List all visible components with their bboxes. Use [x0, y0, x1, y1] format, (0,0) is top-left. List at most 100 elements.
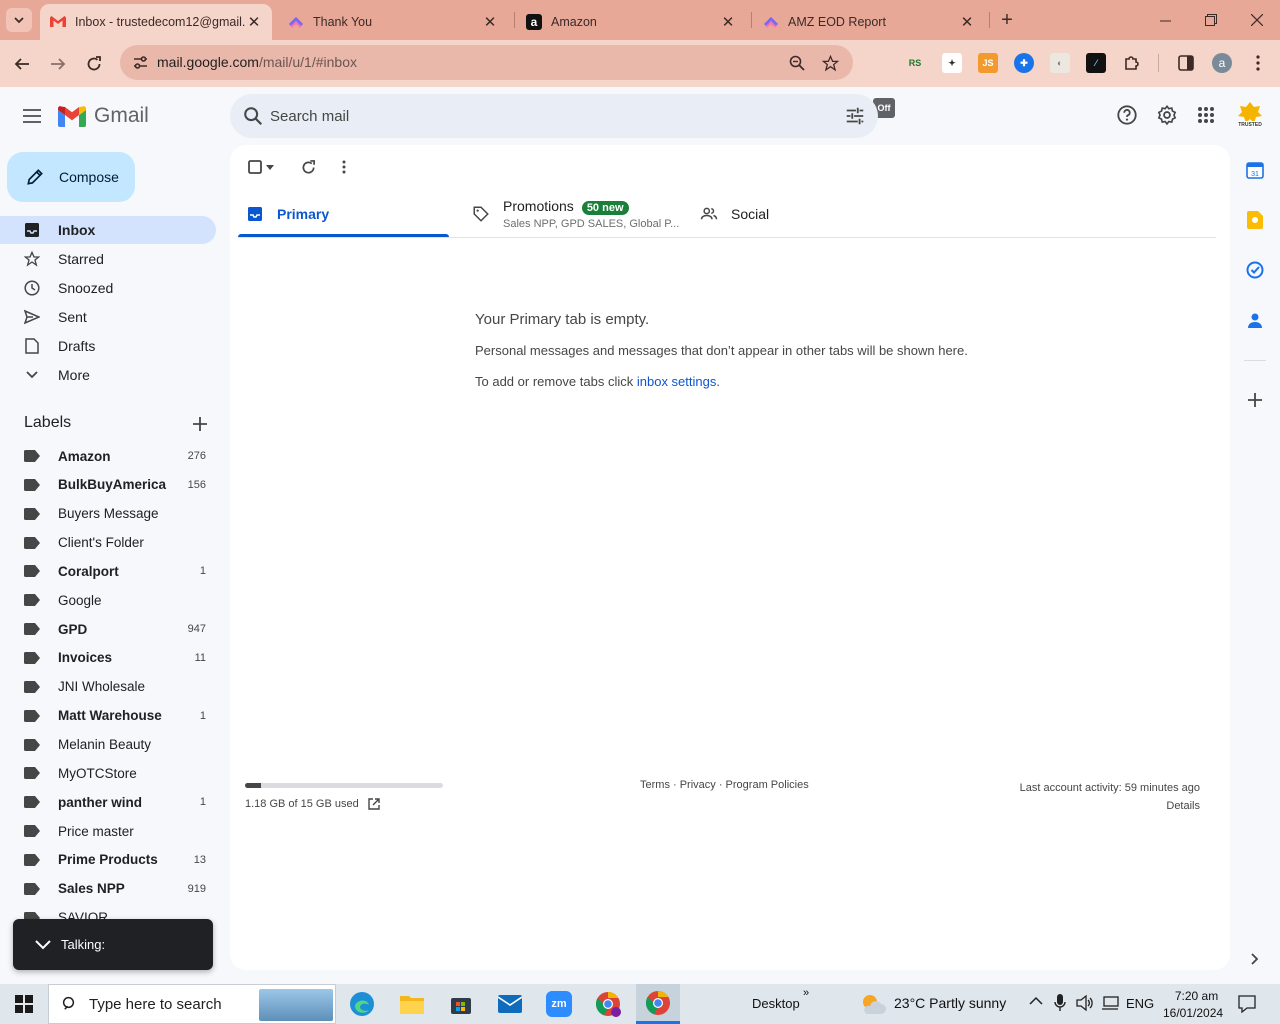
- label-item[interactable]: MyOTCStore: [0, 759, 216, 787]
- label-item[interactable]: Matt Warehouse 1: [0, 702, 216, 730]
- nav-item-drafts[interactable]: Drafts: [0, 332, 216, 360]
- close-window-button[interactable]: [1234, 0, 1280, 40]
- nav-item-inbox[interactable]: Inbox: [0, 216, 216, 244]
- file-explorer-icon[interactable]: [396, 988, 428, 1020]
- restore-button[interactable]: [1188, 0, 1234, 40]
- reload-button[interactable]: [80, 50, 108, 78]
- nav-item-sent[interactable]: Sent: [0, 303, 216, 331]
- browser-menu-icon[interactable]: [1248, 53, 1268, 73]
- browser-tab-gmail[interactable]: Inbox - trustedecom12@gmail. ✕: [40, 4, 272, 40]
- close-tab-icon[interactable]: ✕: [720, 14, 736, 31]
- label-item[interactable]: JNI Wholesale: [0, 673, 216, 701]
- microphone-icon[interactable]: [1054, 994, 1066, 1015]
- extension-helium-icon[interactable]: ✦: [942, 53, 962, 73]
- extension-palette-icon[interactable]: ◐: [1050, 53, 1070, 73]
- label-item[interactable]: BulkBuyAmerica 156: [0, 471, 216, 499]
- label-item[interactable]: Google: [0, 586, 216, 614]
- label-item[interactable]: Amazon 276: [0, 442, 216, 470]
- chevron-down-icon[interactable]: [35, 939, 51, 950]
- desktop-toolbar-label[interactable]: Desktop: [752, 996, 800, 1011]
- open-external-icon[interactable]: [367, 797, 381, 811]
- tasks-icon[interactable]: [1244, 259, 1266, 281]
- get-addons-icon[interactable]: [1244, 389, 1266, 411]
- compose-button[interactable]: Compose: [7, 152, 135, 202]
- zoom-icon[interactable]: [787, 53, 807, 73]
- calendar-icon[interactable]: 31: [1244, 159, 1266, 181]
- search-input[interactable]: [270, 104, 830, 128]
- bookmark-star-icon[interactable]: [820, 53, 840, 73]
- label-item[interactable]: Melanin Beauty: [0, 731, 216, 759]
- nav-item-starred[interactable]: Starred: [0, 245, 216, 273]
- main-menu-icon[interactable]: [20, 104, 44, 128]
- extension-dark-icon[interactable]: ⁄: [1086, 53, 1106, 73]
- label-item[interactable]: Prime Products 13: [0, 846, 216, 874]
- weather-icon[interactable]: [857, 988, 889, 1020]
- more-options-icon[interactable]: [334, 157, 354, 177]
- gmail-logo[interactable]: Gmail: [58, 104, 149, 128]
- label-item[interactable]: Sales NPP 919: [0, 875, 216, 903]
- tab-primary[interactable]: Primary: [245, 190, 329, 238]
- account-avatar[interactable]: TRUSTED: [1236, 100, 1264, 130]
- label-item[interactable]: Invoices 11: [0, 644, 216, 672]
- tab-search-button[interactable]: [6, 8, 32, 32]
- inbox-settings-link[interactable]: inbox settings: [637, 374, 717, 389]
- label-item[interactable]: Buyers Message: [0, 500, 216, 528]
- footer-links[interactable]: Terms · Privacy · Program Policies: [640, 779, 809, 791]
- label-item[interactable]: panther wind 1: [0, 788, 216, 816]
- apps-grid-icon[interactable]: [1194, 103, 1218, 127]
- microsoft-store-icon[interactable]: [445, 988, 477, 1020]
- support-icon[interactable]: [1115, 103, 1139, 127]
- close-tab-icon[interactable]: ✕: [246, 14, 262, 31]
- weather-text[interactable]: 23°C Partly sunny: [894, 995, 1006, 1011]
- forward-button[interactable]: [44, 50, 72, 78]
- close-tab-icon[interactable]: ✕: [482, 14, 498, 31]
- network-icon[interactable]: [1101, 996, 1119, 1013]
- settings-gear-icon[interactable]: [1155, 103, 1179, 127]
- label-item[interactable]: Client's Folder: [0, 529, 216, 557]
- browser-tab-thank-you[interactable]: Thank You ✕: [278, 4, 508, 40]
- extensions-puzzle-icon[interactable]: [1122, 53, 1142, 73]
- extension-rs-icon[interactable]: RS: [905, 53, 925, 73]
- tab-promotions[interactable]: Promotions 50 new Sales NPP, GPD SALES, G…: [471, 190, 679, 238]
- toolbar-expand-icon[interactable]: »: [803, 987, 809, 999]
- chrome-profile-app-icon[interactable]: [592, 988, 624, 1020]
- label-item[interactable]: Coralport 1: [0, 557, 216, 585]
- add-label-button[interactable]: [190, 414, 210, 434]
- select-all-checkbox[interactable]: [245, 157, 265, 177]
- hide-side-panel-icon[interactable]: [1244, 948, 1266, 970]
- address-bar[interactable]: mail.google.com/mail/u/1/#inbox: [120, 45, 853, 80]
- zoom-app-icon[interactable]: zm: [543, 988, 575, 1020]
- close-tab-icon[interactable]: ✕: [959, 14, 975, 31]
- taskbar-search-box[interactable]: Type here to search: [48, 984, 336, 1024]
- browser-tab-amazon[interactable]: a Amazon ✕: [516, 4, 746, 40]
- extension-blue-icon[interactable]: ✚: [1014, 53, 1034, 73]
- label-item[interactable]: GPD 947: [0, 615, 216, 643]
- profile-avatar[interactable]: a: [1212, 53, 1232, 73]
- edge-app-icon[interactable]: [346, 988, 378, 1020]
- site-info-icon[interactable]: [132, 54, 149, 71]
- clock[interactable]: 7:20 am 16/01/2024: [1163, 988, 1223, 1022]
- details-link[interactable]: Details: [1020, 797, 1200, 815]
- contacts-icon[interactable]: [1244, 309, 1266, 331]
- volume-icon[interactable]: [1076, 994, 1094, 1014]
- nav-item-more[interactable]: More: [0, 361, 216, 389]
- back-button[interactable]: [8, 50, 36, 78]
- minimize-button[interactable]: [1142, 0, 1188, 40]
- new-tab-button[interactable]: +: [996, 9, 1018, 31]
- keep-icon[interactable]: [1244, 209, 1266, 231]
- show-hidden-icons-icon[interactable]: [1029, 994, 1043, 1011]
- talking-toast[interactable]: Talking:: [13, 919, 213, 970]
- search-options-icon[interactable]: [844, 105, 866, 127]
- notifications-icon[interactable]: [1238, 995, 1256, 1016]
- label-item[interactable]: Price master: [0, 817, 216, 845]
- nav-item-snoozed[interactable]: Snoozed: [0, 274, 216, 302]
- start-button[interactable]: [8, 988, 40, 1020]
- refresh-icon[interactable]: [298, 157, 318, 177]
- select-dropdown-icon[interactable]: [263, 157, 277, 177]
- side-panel-icon[interactable]: [1176, 53, 1196, 73]
- language-indicator[interactable]: ENG: [1126, 996, 1154, 1011]
- mail-app-icon[interactable]: [494, 988, 526, 1020]
- extension-js-icon[interactable]: JS: [978, 53, 998, 73]
- search-icon[interactable]: [242, 105, 264, 127]
- tab-social[interactable]: Social: [699, 190, 769, 238]
